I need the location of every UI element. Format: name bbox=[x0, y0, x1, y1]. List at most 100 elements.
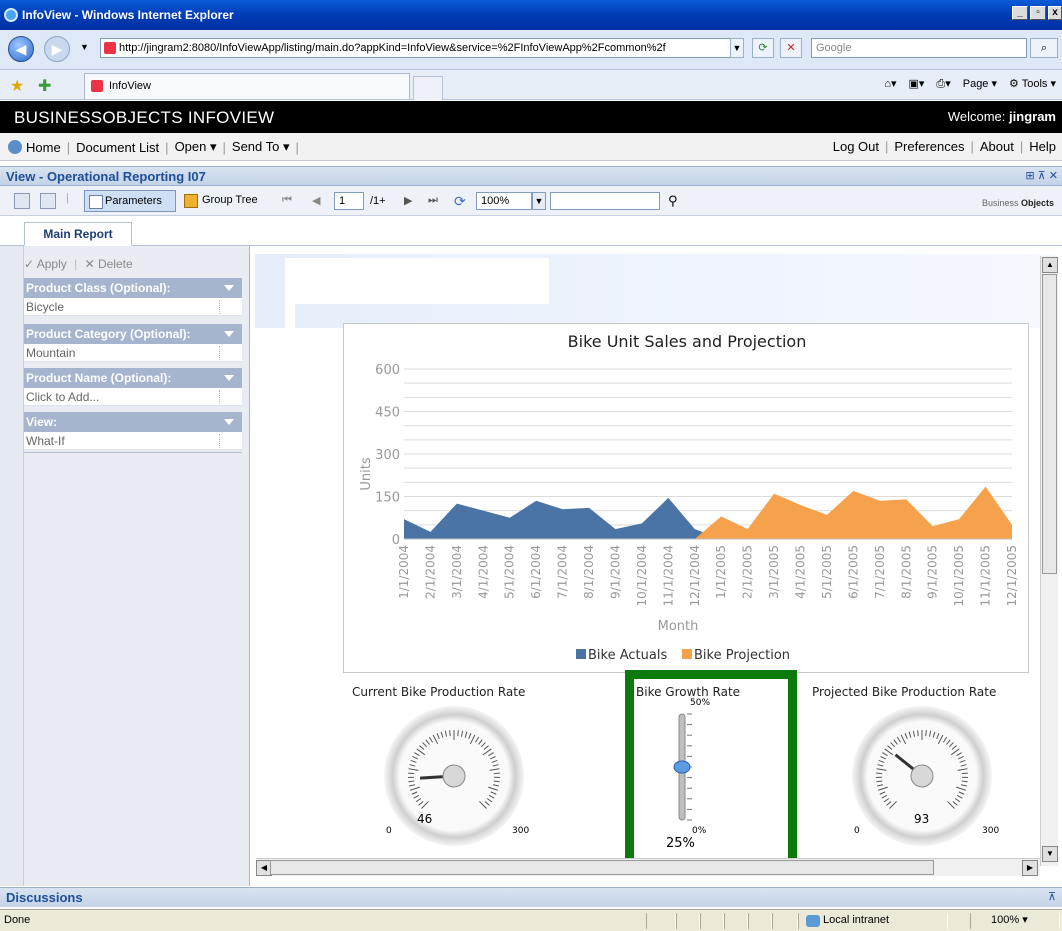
history-dropdown-icon[interactable]: ▼ bbox=[80, 42, 89, 52]
prev-page-icon[interactable]: ◀ bbox=[312, 194, 320, 207]
gauge-tick bbox=[961, 780, 968, 783]
close-window-icon[interactable]: x bbox=[1048, 6, 1062, 20]
refresh-icon[interactable]: ⟳ bbox=[752, 38, 774, 58]
forward-icon[interactable]: ▶ bbox=[44, 36, 70, 62]
gauge-tick bbox=[960, 764, 967, 767]
zoom-dropdown-icon[interactable]: ▼ bbox=[532, 192, 546, 210]
param-header-product-class[interactable]: Product Class (Optional): bbox=[24, 278, 242, 298]
search-icon[interactable]: ⌕ bbox=[1030, 38, 1058, 58]
gauge-tick bbox=[952, 801, 958, 806]
gauge-tick bbox=[411, 791, 418, 795]
url-field[interactable]: http://jingram2:8080/InfoViewApp/listing… bbox=[100, 38, 744, 58]
gauge-tick bbox=[428, 736, 433, 743]
gauge-tick bbox=[488, 786, 498, 791]
find-binoculars-icon[interactable]: ⚲ bbox=[668, 193, 678, 209]
restore-icon[interactable]: ▫ bbox=[1030, 6, 1046, 20]
param-value-view[interactable]: What-If bbox=[24, 432, 242, 450]
gauge-tick bbox=[876, 784, 884, 787]
feeds-icon[interactable]: ▣▾ bbox=[908, 77, 924, 91]
x-tick-label: 9/1/2005 bbox=[926, 545, 940, 599]
gauge-tick bbox=[956, 794, 963, 799]
menu-home[interactable]: Home bbox=[26, 140, 61, 155]
favorites-star-icon[interactable]: ★ bbox=[10, 76, 24, 96]
y-tick-label: 450 bbox=[375, 406, 400, 421]
gauge-current-max: 300 bbox=[512, 826, 530, 836]
print-icon[interactable] bbox=[40, 193, 56, 209]
y-tick-label: 300 bbox=[375, 448, 400, 463]
gauge-tick bbox=[483, 745, 489, 750]
param-header-product-name[interactable]: Product Name (Optional): bbox=[24, 368, 242, 388]
vertical-scrollbar[interactable]: ▲ ▼ bbox=[1040, 256, 1058, 866]
parameters-button[interactable]: Parameters bbox=[84, 190, 176, 212]
gauge-tick bbox=[943, 736, 948, 743]
export-icon[interactable] bbox=[14, 193, 30, 209]
param-header-view[interactable]: View: bbox=[24, 412, 242, 432]
browser-tab-infoview[interactable]: InfoView bbox=[84, 73, 410, 99]
page-menu[interactable]: Page ▾ bbox=[963, 77, 997, 91]
menu-document-list[interactable]: Document List bbox=[76, 140, 159, 155]
highlight-box bbox=[625, 670, 797, 871]
gauge-tick bbox=[468, 733, 472, 739]
apply-delete-row: ✓ Apply | ✕ Delete bbox=[24, 257, 133, 271]
chart-svg: 0150300450600Units1/1/2004 2/1/2004 3/1/20… bbox=[359, 363, 1019, 663]
param-value-product-class[interactable]: Bicycle bbox=[24, 298, 242, 316]
gauge-current-value: 46 bbox=[417, 812, 433, 826]
pin-icon[interactable]: ⊼ bbox=[1038, 170, 1046, 182]
menu-help[interactable]: Help bbox=[1029, 139, 1056, 154]
scroll-down-icon[interactable]: ▼ bbox=[1042, 846, 1058, 862]
first-page-icon[interactable]: ⏮ bbox=[282, 194, 292, 207]
app-brand: BUSINESSOBJECTS INFOVIEW bbox=[14, 108, 275, 127]
parameters-content: ✓ Apply | ✕ Delete Product Class (Option… bbox=[0, 246, 250, 886]
menu-about[interactable]: About bbox=[980, 139, 1014, 154]
gauge-tick bbox=[488, 752, 494, 757]
sales-chart: Bike Unit Sales and Projection 0 150 300 45… bbox=[343, 323, 1029, 673]
series-area-actuals bbox=[404, 497, 722, 539]
new-tab-button[interactable] bbox=[413, 76, 443, 100]
gauge-tick bbox=[880, 755, 887, 760]
vertical-scroll-thumb[interactable] bbox=[1042, 274, 1057, 574]
home-icon[interactable]: ⌂▾ bbox=[884, 77, 896, 91]
scroll-up-icon[interactable]: ▲ bbox=[1042, 257, 1058, 273]
pin-icon[interactable]: ⊼ bbox=[1048, 890, 1056, 903]
scroll-right-icon[interactable]: ▶ bbox=[1022, 860, 1038, 876]
add-favorites-icon[interactable]: ✚ bbox=[38, 76, 51, 96]
discussions-panel-header[interactable]: Discussions ⊼ bbox=[0, 887, 1062, 907]
back-icon[interactable]: ◀ bbox=[8, 36, 34, 62]
group-tree-button[interactable]: Group Tree bbox=[184, 194, 258, 208]
param-value-product-name[interactable]: Click to Add... bbox=[24, 388, 242, 406]
stop-icon[interactable]: ✕ bbox=[780, 38, 802, 58]
search-input[interactable]: Google bbox=[811, 38, 1027, 58]
menu-log-out[interactable]: Log Out bbox=[833, 139, 879, 154]
menu-preferences[interactable]: Preferences bbox=[894, 139, 964, 154]
menu-send-to[interactable]: Send To ▾ bbox=[232, 139, 290, 155]
next-page-icon[interactable]: ▶ bbox=[404, 194, 412, 207]
gauge-tick bbox=[949, 742, 954, 748]
param-header-product-category[interactable]: Product Category (Optional): bbox=[24, 324, 242, 344]
gauge-hub bbox=[442, 764, 466, 788]
horizontal-scroll-thumb[interactable] bbox=[270, 860, 934, 875]
minimize-icon[interactable]: _ bbox=[1012, 6, 1028, 20]
gauge-tick bbox=[410, 759, 417, 763]
zoom-level[interactable]: 100% ▾ bbox=[970, 913, 1060, 929]
last-page-icon[interactable]: ⏭ bbox=[428, 194, 438, 207]
maximize-icon[interactable]: ⊞ bbox=[1025, 170, 1034, 182]
gauge-tick bbox=[410, 786, 420, 791]
close-panel-icon[interactable]: ✕ bbox=[1049, 170, 1058, 182]
gauge-tick bbox=[883, 798, 890, 803]
delete-button[interactable]: ✕ Delete bbox=[85, 257, 133, 271]
gauge-tick bbox=[954, 798, 961, 803]
refresh-report-icon[interactable]: ⟳ bbox=[454, 193, 466, 210]
url-dropdown-icon[interactable]: ▼ bbox=[730, 38, 744, 58]
page-number-input[interactable]: 1 bbox=[334, 192, 364, 210]
find-text-input[interactable] bbox=[550, 192, 660, 210]
tab-main-report[interactable]: Main Report bbox=[24, 222, 132, 246]
print-icon[interactable]: ⎙▾ bbox=[936, 77, 950, 91]
gauge-tick bbox=[956, 786, 966, 791]
horizontal-scrollbar[interactable]: ◀ ▶ bbox=[256, 858, 1040, 876]
menu-open[interactable]: Open ▾ bbox=[175, 139, 217, 155]
apply-button[interactable]: ✓ Apply bbox=[24, 257, 67, 271]
zoom-select[interactable]: 100% bbox=[476, 192, 532, 210]
gauge-tick bbox=[879, 791, 886, 795]
param-value-product-category[interactable]: Mountain bbox=[24, 344, 242, 362]
tools-menu[interactable]: ⚙ Tools ▾ bbox=[1009, 77, 1056, 91]
